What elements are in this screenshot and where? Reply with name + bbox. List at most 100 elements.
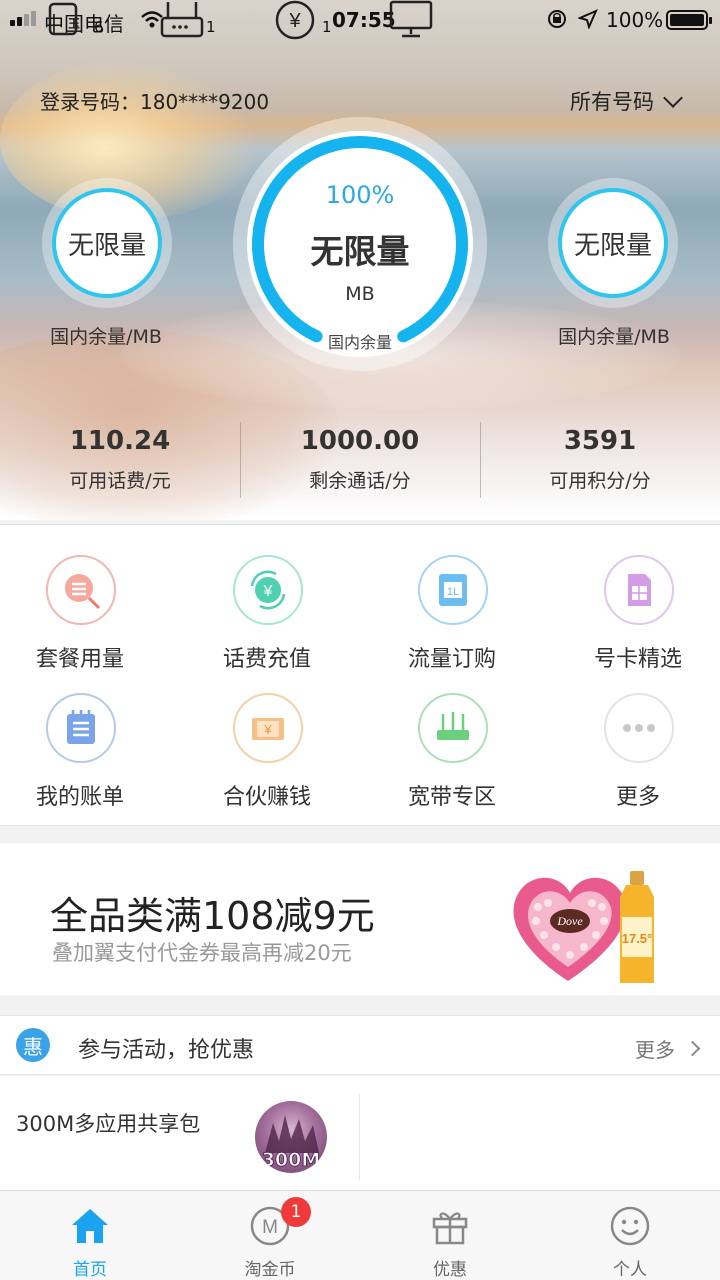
- right-data-gauge[interactable]: 无限量: [548, 178, 678, 308]
- signal-icon: [10, 10, 38, 26]
- tab-offers[interactable]: 优惠: [360, 1191, 540, 1280]
- bottle-label-text: 17.5°: [622, 931, 653, 946]
- login-number: 登录号码：180****9200: [40, 90, 270, 114]
- grid-item-partner-money[interactable]: ¥ 合伙赚钱: [177, 693, 357, 831]
- gauge-percent: 100%: [325, 181, 395, 209]
- activity-more-label: 更多: [635, 1038, 675, 1062]
- banner-subtitle: 叠加翼支付代金券最高再减20元: [52, 941, 352, 965]
- bottom-tab-bar: 首页 M 淘金币 优惠 个人: [0, 1190, 720, 1280]
- grid-item-data-order[interactable]: 1L 流量订购: [362, 555, 542, 693]
- grid-label: 话费充值: [222, 647, 311, 672]
- grid-label: 合伙赚钱: [222, 785, 311, 810]
- home-icon: [72, 1209, 108, 1243]
- stat-balance[interactable]: 110.24 可用话费/元: [0, 426, 240, 493]
- right-gauge-caption: 国内余量/MB: [558, 326, 670, 348]
- router-overlay-icon: [160, 2, 204, 38]
- chocolate-heart-juice-image: Dove 17.5°: [513, 871, 654, 983]
- activity-card-title: 300M多应用共享包: [16, 1112, 201, 1136]
- bill-icon: [46, 693, 116, 763]
- data-order-icon: 1L: [418, 555, 488, 625]
- battery-percent: 100%: [606, 8, 664, 32]
- grid-item-recharge[interactable]: ¥ 话费充值: [177, 555, 357, 693]
- app-screen: 中国电信 6 1 ¥ 1 07:55 100% 登录号码：180****9200…: [0, 0, 720, 1280]
- coin-notification-badge: 1: [281, 1197, 311, 1227]
- left-gauge-value: 无限量: [52, 188, 162, 298]
- grid-label: 更多: [615, 785, 660, 810]
- clock: 07:55: [332, 8, 396, 32]
- package-usage-icon: [46, 555, 116, 625]
- svg-text:¥: ¥: [263, 583, 273, 600]
- grid-item-broadband[interactable]: 宽带专区: [362, 693, 542, 831]
- coin-overlay-count: 1: [322, 18, 332, 36]
- right-gauge-value: 无限量: [558, 188, 668, 298]
- chevron-down-icon: [663, 88, 683, 108]
- all-numbers-label: 所有号码: [570, 90, 654, 114]
- activity-divider: [359, 1094, 360, 1180]
- svg-text:¥: ¥: [263, 722, 272, 737]
- tab-label: 首页: [73, 1260, 107, 1280]
- monitor-overlay-icon: [389, 0, 433, 38]
- chevron-right-icon: [684, 1040, 701, 1057]
- gauge-value: 无限量: [310, 232, 410, 271]
- partner-money-icon: ¥: [233, 693, 303, 763]
- activity-list: 300M多应用共享包 300M: [0, 1076, 720, 1196]
- discount-badge-icon: 惠: [16, 1028, 50, 1062]
- grid-label: 宽带专区: [407, 785, 496, 810]
- grid-label: 套餐用量: [35, 647, 124, 672]
- dove-logo-text: Dove: [556, 914, 583, 928]
- stat-call-label: 剩余通话/分: [309, 470, 411, 492]
- gift-icon: [432, 1212, 468, 1245]
- broadband-router-icon: [418, 693, 488, 763]
- banner-title: 全品类满108减9元: [50, 894, 375, 938]
- grid-label: 我的账单: [35, 785, 124, 810]
- center-data-gauge[interactable]: 100% 无限量 MB 国内余量: [233, 117, 487, 371]
- grid-item-sim-card[interactable]: 号卡精选: [548, 555, 720, 693]
- stat-call-minutes[interactable]: 1000.00 剩余通话/分: [240, 426, 480, 493]
- promo-banner[interactable]: 全品类满108减9元 叠加翼支付代金券最高再减20元 Dove 17.5°: [0, 843, 720, 995]
- stat-balance-value: 110.24: [69, 426, 171, 456]
- left-gauge-caption: 国内余量/MB: [50, 326, 162, 348]
- grid-label: 号卡精选: [593, 647, 682, 672]
- grid-label: 流量订购: [407, 647, 496, 672]
- tab-home[interactable]: 首页: [0, 1191, 180, 1280]
- svg-text:M: M: [262, 1217, 278, 1238]
- smiley-profile-icon: [610, 1206, 650, 1246]
- gauge-caption: 国内余量: [327, 333, 392, 352]
- sim-card-icon: [604, 555, 674, 625]
- crowd-thumbnail-icon: 300M: [255, 1101, 327, 1173]
- gauge-unit: MB: [345, 283, 375, 305]
- activity-card[interactable]: 300M多应用共享包 300M: [0, 1076, 358, 1196]
- activity-title: 参与活动，抢优惠: [78, 1038, 255, 1063]
- rotation-lock-icon: [548, 10, 566, 28]
- recharge-icon: ¥: [233, 555, 303, 625]
- stat-balance-label: 可用话费/元: [69, 470, 171, 492]
- svg-text:1L: 1L: [447, 586, 459, 598]
- all-numbers-dropdown[interactable]: 所有号码: [570, 86, 683, 116]
- stat-points-value: 3591: [563, 426, 637, 456]
- yuan-coin-overlay-icon: ¥: [275, 0, 315, 40]
- battery-icon: [666, 10, 712, 30]
- tab-label: 淘金币: [244, 1260, 296, 1280]
- tab-label: 个人: [613, 1260, 647, 1280]
- location-arrow-icon: [578, 9, 598, 29]
- activity-more-link[interactable]: 更多: [635, 1034, 701, 1063]
- tab-gold-coin[interactable]: M 淘金币: [180, 1191, 360, 1280]
- router-overlay-count: 1: [206, 18, 216, 36]
- status-bar: 中国电信 6 1 ¥ 1 07:55 100%: [0, 0, 720, 40]
- grid-item-bill[interactable]: 我的账单: [0, 693, 170, 831]
- activity-thumb-label: 300M: [261, 1149, 321, 1172]
- phone-overlay-icon: [48, 2, 78, 36]
- grid-item-more[interactable]: 更多: [548, 693, 720, 831]
- grid-item-package-usage[interactable]: 套餐用量: [0, 555, 170, 693]
- activity-header: 惠 参与活动，抢优惠 更多: [0, 1015, 720, 1075]
- stat-points[interactable]: 3591 可用积分/分: [480, 426, 720, 493]
- stat-call-value: 1000.00: [300, 426, 420, 456]
- service-grid: 套餐用量 ¥ 话费充值 1L 流量订购 号卡精选 我的账单 ¥ 合伙赚钱 宽带专…: [0, 524, 720, 826]
- tab-label: 优惠: [433, 1260, 467, 1280]
- left-data-gauge[interactable]: 无限量: [42, 178, 172, 308]
- phone-overlay-count: 6: [94, 18, 104, 36]
- more-dots-icon: [604, 693, 674, 763]
- tab-profile[interactable]: 个人: [540, 1191, 720, 1280]
- svg-text:¥: ¥: [288, 10, 301, 32]
- stat-points-label: 可用积分/分: [549, 470, 651, 492]
